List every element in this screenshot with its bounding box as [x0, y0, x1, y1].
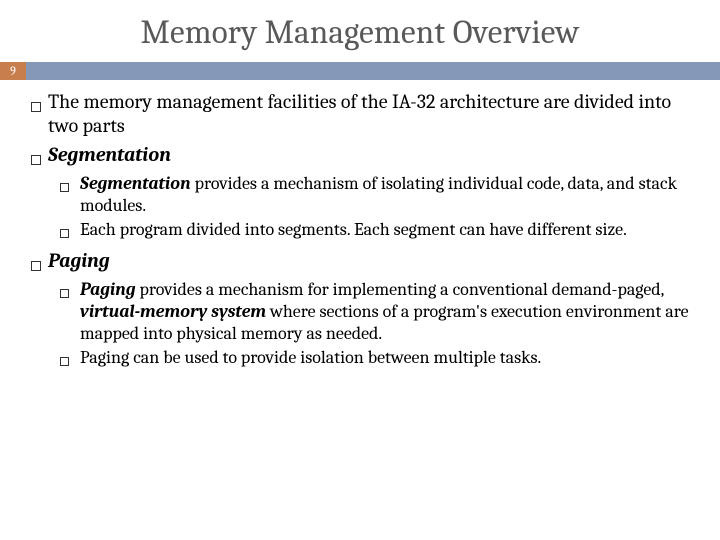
- square-bullet-icon: [24, 90, 48, 139]
- bullet-level1: The memory management facilities of the …: [24, 90, 696, 139]
- bullet-text: Paging: [48, 249, 696, 275]
- square-bullet-icon: [60, 173, 80, 217]
- bullet-level1: Paging: [24, 249, 696, 275]
- bullet-level2: Segmentation provides a mechanism of iso…: [60, 173, 696, 217]
- bullet-level2: Paging provides a mechanism for implemen…: [60, 279, 696, 345]
- bullet-text: Paging can be used to provide isolation …: [80, 347, 696, 371]
- bullet-level2: Paging can be used to provide isolation …: [60, 347, 696, 371]
- bullet-text: Paging provides a mechanism for implemen…: [80, 279, 696, 345]
- page-number: 9: [0, 62, 26, 80]
- square-bullet-icon: [24, 143, 48, 169]
- page-bar-fill: [26, 62, 720, 80]
- bullet-level2: Each program divided into segments. Each…: [60, 219, 696, 243]
- bullet-text: Segmentation: [48, 143, 696, 169]
- square-bullet-icon: [60, 347, 80, 371]
- emph-text: Paging: [80, 279, 136, 300]
- plain-text: provides a mechanism for implementing a …: [136, 279, 664, 300]
- bullet-level1: Segmentation: [24, 143, 696, 169]
- bullet-text: Segmentation provides a mechanism of iso…: [80, 173, 696, 217]
- slide-title: Memory Management Overview: [24, 14, 696, 52]
- emph-text: virtual-memory system: [80, 301, 266, 322]
- emph-text: Segmentation: [80, 173, 191, 194]
- square-bullet-icon: [60, 279, 80, 345]
- content-area: The memory management facilities of the …: [24, 80, 696, 370]
- square-bullet-icon: [24, 249, 48, 275]
- page-bar: 9: [0, 62, 720, 80]
- bullet-text: Each program divided into segments. Each…: [80, 219, 696, 243]
- square-bullet-icon: [60, 219, 80, 243]
- bullet-text: The memory management facilities of the …: [48, 90, 696, 139]
- slide: Memory Management Overview 9 The memory …: [0, 0, 720, 540]
